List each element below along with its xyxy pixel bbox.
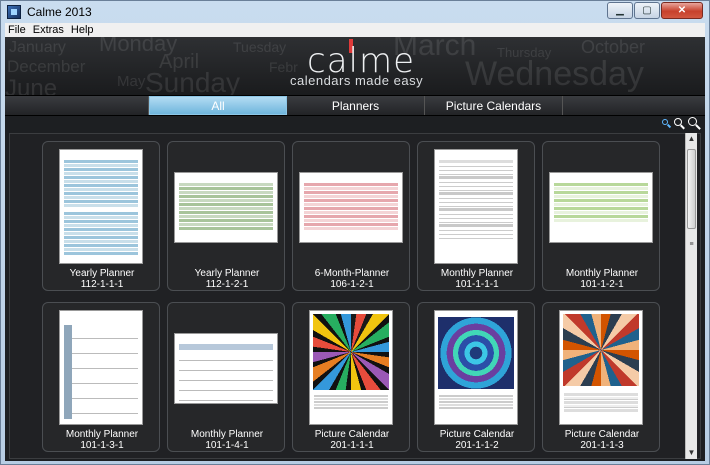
template-code: 101-1-1-1 <box>455 279 499 290</box>
maximize-button[interactable]: ▢ <box>634 2 660 19</box>
zoom-medium-icon[interactable] <box>674 117 686 130</box>
template-card[interactable]: Yearly Planner 112-1-2-1 <box>167 141 285 291</box>
client-area: January Monday Tuesday March October Dec… <box>5 37 705 461</box>
menu-file[interactable]: File <box>5 24 30 36</box>
template-card[interactable]: Yearly Planner 112-1-1-1 <box>42 141 160 291</box>
template-card[interactable]: Monthly Planner 101-1-3-1 <box>42 302 160 452</box>
tab-spacer-left <box>5 96 149 115</box>
scrollbar-thumb[interactable] <box>687 149 696 229</box>
maximize-icon: ▢ <box>642 5 652 16</box>
template-title: Monthly Planner <box>190 429 264 440</box>
template-title: Yearly Planner <box>194 268 260 279</box>
window-title: Calme 2013 <box>27 5 92 19</box>
template-title: 6-Month-Planner <box>314 268 390 279</box>
template-card[interactable]: Monthly Planner 101-1-1-1 <box>417 141 535 291</box>
zoom-large-icon[interactable] <box>688 117 701 130</box>
template-thumbnail <box>434 310 518 425</box>
bg-word: Tuesday <box>233 39 287 55</box>
title-bar[interactable]: Calme 2013 ▁ ▢ ✕ <box>1 1 709 23</box>
scroll-up-icon[interactable]: ▲ <box>686 133 697 145</box>
template-card[interactable]: Picture Calendar 201-1-1-1 <box>292 302 410 452</box>
template-title: Picture Calendar <box>439 429 515 440</box>
template-card[interactable]: 6-Month-Planner 106-1-2-1 <box>292 141 410 291</box>
tab-planners[interactable]: Planners <box>287 96 425 115</box>
template-code: 112-1-1-1 <box>80 279 124 290</box>
template-code: 201-1-1-1 <box>330 440 374 451</box>
template-title: Monthly Planner <box>65 429 139 440</box>
template-card[interactable]: Monthly Planner 101-1-4-1 <box>167 302 285 452</box>
category-tabs: All Planners Picture Calendars <box>5 95 705 116</box>
tab-picture-calendars[interactable]: Picture Calendars <box>425 96 563 115</box>
template-gallery: Yearly Planner 112-1-1-1 Yearly Planner … <box>9 133 701 459</box>
template-title: Monthly Planner <box>565 268 639 279</box>
template-code: 201-1-1-2 <box>455 440 499 451</box>
vertical-scrollbar[interactable]: ▲ ≡ ▼ <box>685 133 697 459</box>
template-code: 201-1-1-3 <box>580 440 624 451</box>
template-code: 101-1-2-1 <box>580 279 624 290</box>
template-thumbnail <box>549 172 653 243</box>
template-code: 101-1-3-1 <box>80 440 124 451</box>
template-code: 101-1-4-1 <box>205 440 249 451</box>
menu-help[interactable]: Help <box>68 24 98 36</box>
bg-word: May <box>117 73 146 90</box>
template-card[interactable]: Picture Calendar 201-1-1-3 <box>542 302 660 452</box>
window-controls: ▁ ▢ ✕ <box>606 2 703 19</box>
bg-word: Wednesday <box>465 55 644 93</box>
template-title: Yearly Planner <box>69 268 135 279</box>
bg-word: December <box>7 57 86 76</box>
template-thumbnail <box>174 172 278 243</box>
minimize-icon: ▁ <box>616 5 624 16</box>
template-title: Monthly Planner <box>440 268 514 279</box>
template-thumbnail <box>59 149 143 264</box>
close-button[interactable]: ✕ <box>661 2 703 19</box>
template-card[interactable]: Picture Calendar 201-1-1-2 <box>417 302 535 452</box>
zoom-small-icon[interactable] <box>661 117 673 129</box>
tab-all[interactable]: All <box>149 96 287 115</box>
template-thumbnail <box>174 333 278 404</box>
scroll-grip-icon: ≡ <box>689 241 694 248</box>
menu-bar: File Extras Help <box>5 23 705 37</box>
template-code: 106-1-2-1 <box>330 279 374 290</box>
menu-extras[interactable]: Extras <box>30 24 68 36</box>
bg-word: January <box>9 39 66 56</box>
zoom-controls <box>5 117 705 131</box>
template-code: 112-1-2-1 <box>205 279 249 290</box>
app-window: Calme 2013 ▁ ▢ ✕ File Extras Help Januar… <box>0 0 710 465</box>
bg-word: June <box>5 75 58 95</box>
template-title: Picture Calendar <box>314 429 390 440</box>
template-card[interactable]: Monthly Planner 101-1-2-1 <box>542 141 660 291</box>
template-thumbnail <box>59 310 143 425</box>
bg-word: Sunday <box>145 67 240 95</box>
app-tagline: calendars made easy <box>290 73 424 88</box>
app-icon <box>7 5 21 19</box>
minimize-button[interactable]: ▁ <box>607 2 633 19</box>
template-title: Picture Calendar <box>564 429 640 440</box>
header-banner: January Monday Tuesday March October Dec… <box>5 37 705 95</box>
template-thumbnail <box>434 149 518 264</box>
template-thumbnail <box>309 310 393 425</box>
template-thumbnail <box>559 310 643 425</box>
template-thumbnail <box>299 172 403 243</box>
scroll-down-icon[interactable]: ▼ <box>686 447 697 459</box>
close-icon: ✕ <box>677 5 687 16</box>
